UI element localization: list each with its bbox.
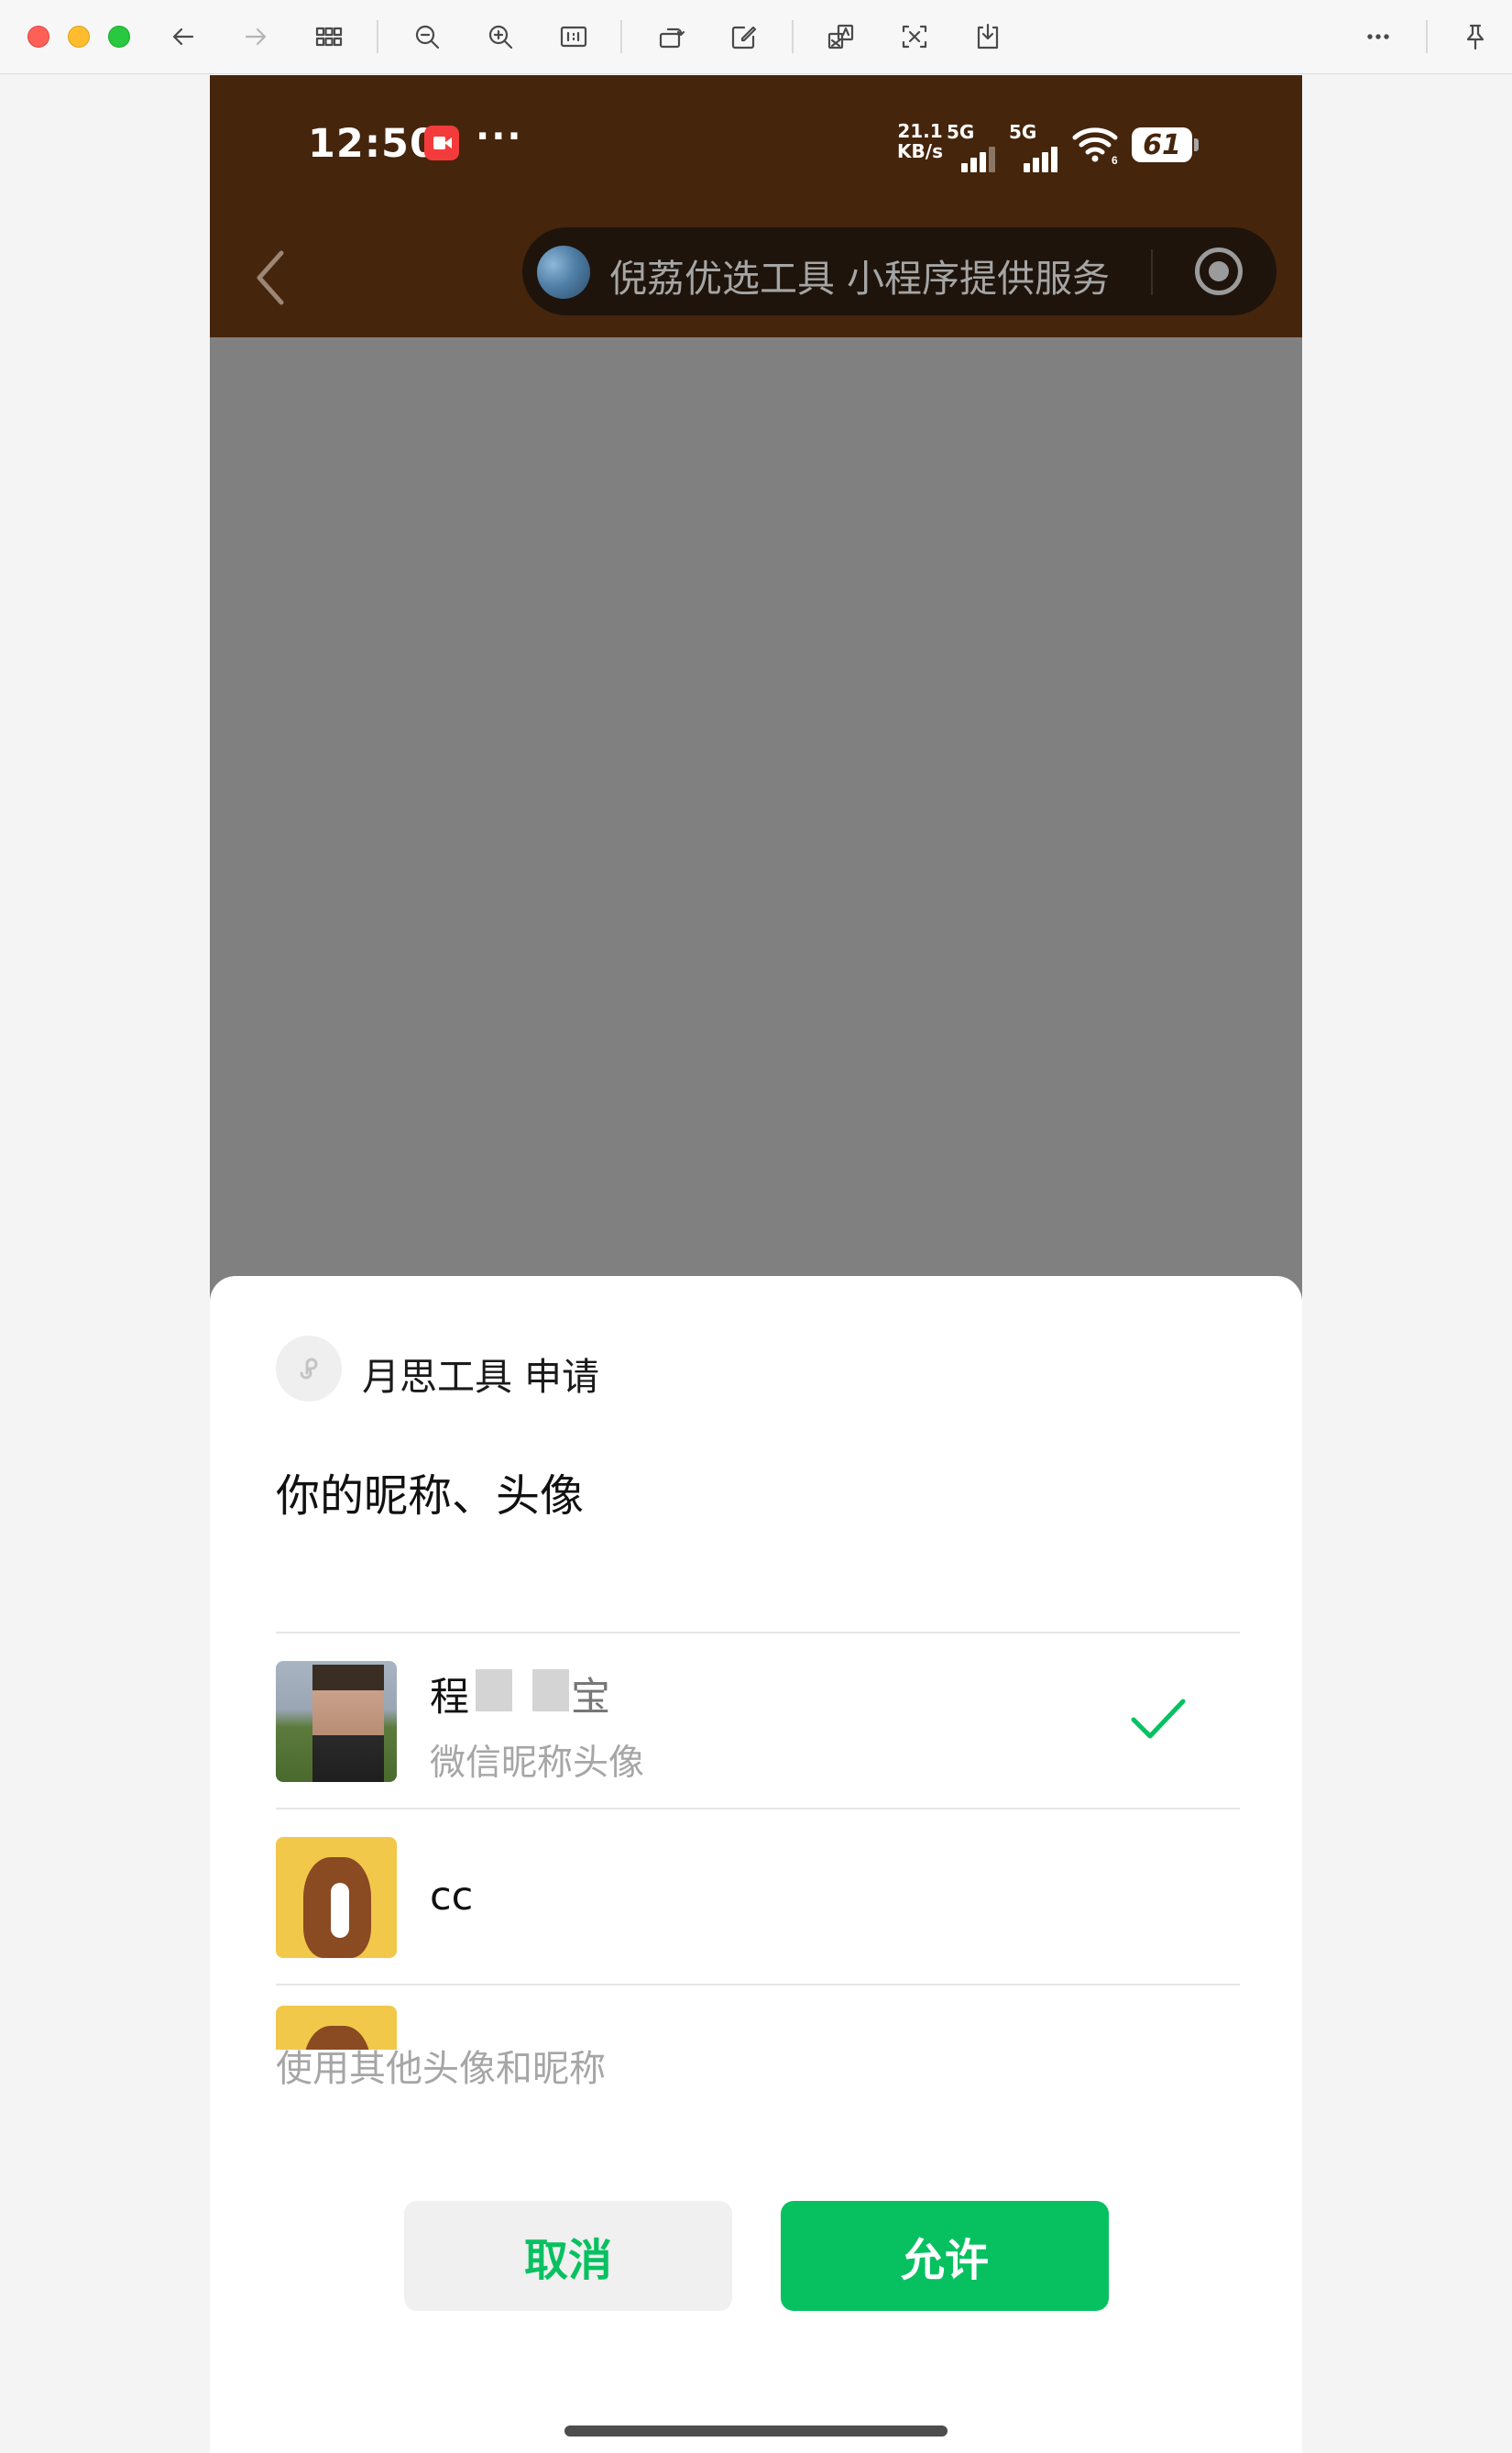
screen-record-icon	[424, 126, 459, 160]
toolbar-divider	[620, 20, 622, 53]
option-nickname: 程宝	[430, 1666, 610, 1722]
viewer-toolbar	[0, 0, 1512, 74]
more-icon[interactable]	[1360, 18, 1397, 55]
forward-arrow-icon[interactable]	[237, 18, 274, 55]
minimize-window-button[interactable]	[68, 26, 90, 48]
permission-heading: 你的昵称、头像	[276, 1470, 585, 1522]
close-target-icon[interactable]	[1195, 248, 1243, 295]
redacted-block	[476, 1669, 512, 1711]
network-speed-unit: KB/s	[897, 140, 943, 162]
zoom-window-button[interactable]	[108, 26, 130, 48]
network-speed-value: 21.1	[897, 120, 943, 142]
option-subtitle: 微信昵称头像	[430, 1743, 645, 1784]
status-more-dots: ···	[476, 116, 523, 158]
mini-program-icon	[300, 1358, 318, 1380]
home-indicator[interactable]	[564, 2426, 948, 2436]
option-nickname: cc	[430, 1874, 474, 1920]
signal-sim1-icon: 5G	[947, 121, 1007, 172]
nickname-visible: 程	[430, 1675, 469, 1721]
annotate-icon[interactable]	[726, 18, 762, 55]
toolbar-divider	[1426, 20, 1428, 53]
service-capsule[interactable]: 倪荔优选工具 小程序提供服务	[522, 227, 1276, 315]
battery-icon: 61	[1132, 127, 1199, 162]
rotate-icon[interactable]	[653, 18, 690, 55]
translate-icon[interactable]	[823, 18, 860, 55]
avatar	[276, 1661, 397, 1782]
authorization-sheet: 月思工具 申请 你的昵称、头像 程宝 微信昵称头像 cc cc	[210, 1276, 1302, 2453]
status-time: 12:50	[308, 121, 438, 167]
text-recognition-icon[interactable]	[896, 18, 933, 55]
profile-option-cc[interactable]: cc	[276, 1810, 1240, 1984]
provider-avatar	[537, 246, 590, 299]
wifi-sub-label: 6	[1112, 154, 1118, 165]
requesting-app-title: 月思工具 申请	[362, 1355, 600, 1399]
profile-option-wechat[interactable]: 程宝 微信昵称头像	[276, 1634, 1240, 1808]
download-icon[interactable]	[970, 18, 1006, 55]
zoom-out-icon[interactable]	[409, 18, 445, 55]
phone-screen: 12:50 ··· 21.1 KB/s 5G 5G 6 61 倪荔优选工具 小程…	[210, 75, 1302, 2453]
redacted-block	[532, 1669, 569, 1711]
zoom-in-icon[interactable]	[482, 18, 519, 55]
toolbar-divider	[377, 20, 378, 53]
back-chevron-icon[interactable]	[252, 246, 289, 310]
checkmark-icon	[1131, 1699, 1186, 1739]
allow-button[interactable]: 允许	[781, 2201, 1109, 2311]
provider-text: 倪荔优选工具 小程序提供服务	[609, 257, 1111, 301]
network-speed: 21.1 KB/s	[895, 121, 945, 161]
pin-icon[interactable]	[1457, 18, 1494, 55]
capsule-divider	[1151, 249, 1153, 295]
nickname-tail: 宝	[571, 1675, 610, 1721]
mini-program-header: 12:50 ··· 21.1 KB/s 5G 5G 6 61 倪荔优选工具 小程…	[210, 75, 1302, 337]
use-other-profile-link[interactable]: 使用其他头像和昵称	[276, 2039, 606, 2092]
cancel-button[interactable]: 取消	[404, 2201, 732, 2311]
avatar	[276, 1837, 397, 1958]
wifi-icon: 6	[1072, 127, 1118, 165]
toolbar-divider	[792, 20, 794, 53]
thumbnail-grid-icon[interactable]	[311, 18, 347, 55]
actual-size-icon[interactable]	[555, 18, 592, 55]
back-arrow-icon[interactable]	[165, 18, 202, 55]
close-window-button[interactable]	[27, 26, 49, 48]
mini-program-logo	[276, 1336, 342, 1402]
signal-sim2-icon: 5G	[1009, 121, 1069, 172]
